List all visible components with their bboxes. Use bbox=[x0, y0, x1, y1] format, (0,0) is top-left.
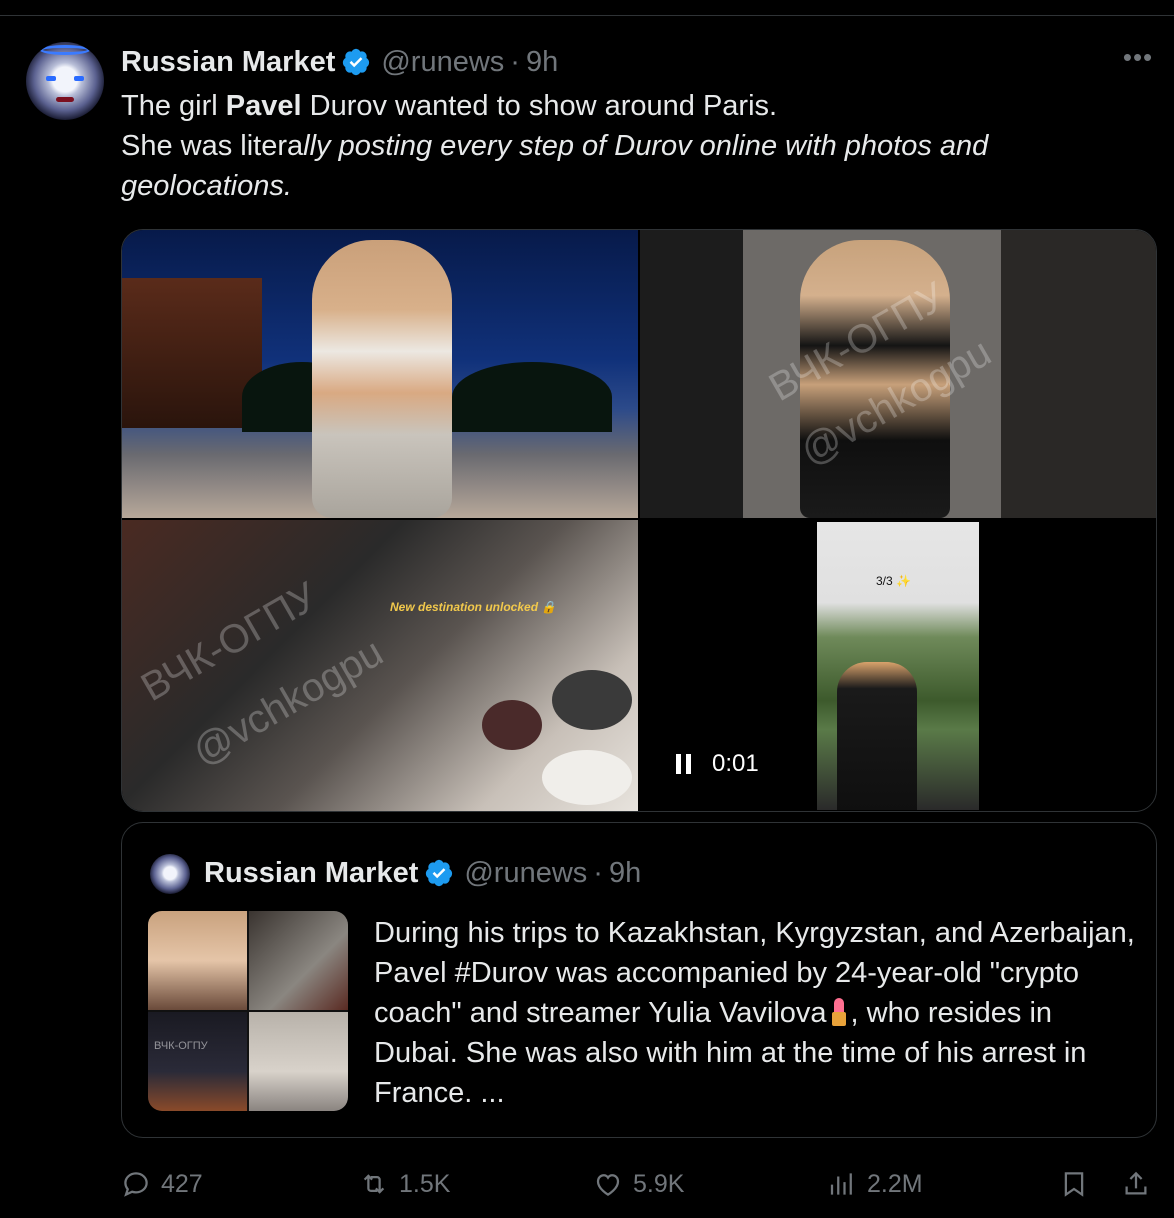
verified-badge-icon bbox=[341, 47, 371, 77]
video-frame: 3/3 ✨ bbox=[817, 522, 979, 810]
quoted-media-thumbnail[interactable]: ВЧК-ОГПУ bbox=[148, 911, 348, 1111]
share-icon bbox=[1125, 1171, 1147, 1195]
thumb-photo bbox=[249, 911, 348, 1010]
text-bold-segment: Pavel bbox=[225, 90, 302, 122]
text-italic-segment: lly posting every step of Durov online w… bbox=[303, 130, 989, 162]
quoted-tweet-text: During his trips to Kazakhstan, Kyrgyzst… bbox=[374, 913, 1139, 1113]
media-video[interactable]: 3/3 ✨ 0:01 bbox=[640, 520, 1156, 811]
video-time: 0:01 bbox=[712, 750, 759, 777]
bookmark-button[interactable] bbox=[1059, 1162, 1099, 1206]
quoted-post-time[interactable]: 9h bbox=[609, 857, 641, 890]
avatar-eyes bbox=[44, 76, 86, 82]
tweet-text-line-1: The girl Pavel Durov wanted to show arou… bbox=[121, 86, 1151, 126]
views-button[interactable]: 2.2M bbox=[827, 1162, 923, 1206]
verified-badge-icon bbox=[424, 858, 454, 888]
person-figure bbox=[312, 240, 452, 518]
views-count: 2.2M bbox=[867, 1169, 923, 1198]
views-icon bbox=[830, 1173, 852, 1195]
avatar-mouth bbox=[56, 97, 74, 102]
quoted-author-name[interactable]: Russian Market bbox=[204, 857, 418, 890]
media-photo-1[interactable] bbox=[122, 230, 638, 518]
lipstick-emoji-icon bbox=[831, 998, 847, 1026]
video-controls[interactable]: 0:01 bbox=[676, 750, 759, 778]
separator-dot: · bbox=[510, 45, 520, 78]
thumb-photo bbox=[148, 911, 247, 1010]
palm-shape bbox=[452, 362, 612, 432]
action-bar: 427 1.5K 5.9K 2.2M bbox=[121, 1162, 1161, 1206]
media-photo-2[interactable]: ВЧК-ОГПУ @vchkogpu bbox=[640, 230, 1156, 518]
destination-banner: New destination unlocked 🔒 bbox=[390, 600, 557, 614]
pause-icon[interactable] bbox=[676, 754, 692, 774]
story-counter: 3/3 ✨ bbox=[876, 574, 911, 588]
share-button[interactable] bbox=[1121, 1162, 1161, 1206]
repost-icon bbox=[363, 1174, 385, 1194]
bookmark-icon bbox=[1064, 1172, 1084, 1197]
pergola-shape bbox=[122, 278, 262, 428]
separator-dot: · bbox=[593, 856, 603, 889]
repost-button[interactable]: 1.5K bbox=[359, 1162, 450, 1206]
author-name[interactable]: Russian Market bbox=[121, 46, 335, 79]
thumb-watermark: ВЧК-ОГПУ bbox=[154, 1040, 208, 1052]
top-divider bbox=[0, 15, 1174, 16]
text-segment: The girl bbox=[121, 90, 226, 122]
quoted-tweet[interactable]: Russian Market @runews · 9h ВЧК-ОГПУ Dur… bbox=[121, 822, 1157, 1138]
repost-count: 1.5K bbox=[399, 1169, 451, 1198]
author-avatar[interactable] bbox=[26, 42, 104, 120]
reply-count: 427 bbox=[161, 1169, 203, 1198]
post-time[interactable]: 9h bbox=[526, 46, 558, 79]
author-handle[interactable]: @runews bbox=[381, 46, 504, 79]
text-segment: Durov wanted to show around Paris. bbox=[301, 90, 778, 122]
teapot-shape bbox=[542, 750, 632, 805]
more-icon[interactable]: ••• bbox=[1120, 44, 1156, 72]
text-segment: She was litera bbox=[121, 130, 304, 162]
person-figure bbox=[837, 662, 917, 810]
media-grid: ВЧК-ОГПУ @vchkogpu New destination unloc… bbox=[121, 229, 1157, 812]
quoted-author-handle[interactable]: @runews bbox=[464, 857, 587, 890]
like-count: 5.9K bbox=[633, 1169, 685, 1198]
tweet-text: The girl Pavel Durov wanted to show arou… bbox=[121, 86, 1151, 206]
reply-icon bbox=[124, 1172, 148, 1197]
thumb-photo: ВЧК-ОГПУ bbox=[148, 1012, 247, 1111]
quoted-author-avatar[interactable] bbox=[150, 854, 190, 894]
dish-shape bbox=[552, 670, 632, 730]
like-icon bbox=[596, 1174, 620, 1196]
tweet-header: Russian Market @runews · 9h bbox=[121, 42, 558, 82]
text-italic-segment: geolocations. bbox=[121, 170, 292, 202]
dish-shape bbox=[482, 700, 542, 750]
tweet-text-line-2: She was literally posting every step of … bbox=[121, 126, 1151, 166]
thumb-photo bbox=[249, 1012, 348, 1111]
tweet-text-line-3: geolocations. bbox=[121, 166, 1151, 206]
reply-button[interactable]: 427 bbox=[121, 1162, 203, 1206]
quoted-tweet-header: Russian Market @runews · 9h bbox=[204, 853, 641, 893]
media-photo-3[interactable]: New destination unlocked 🔒 ВЧК-ОГПУ @vch… bbox=[122, 520, 638, 811]
avatar-halo bbox=[40, 45, 90, 55]
like-button[interactable]: 5.9K bbox=[593, 1162, 684, 1206]
